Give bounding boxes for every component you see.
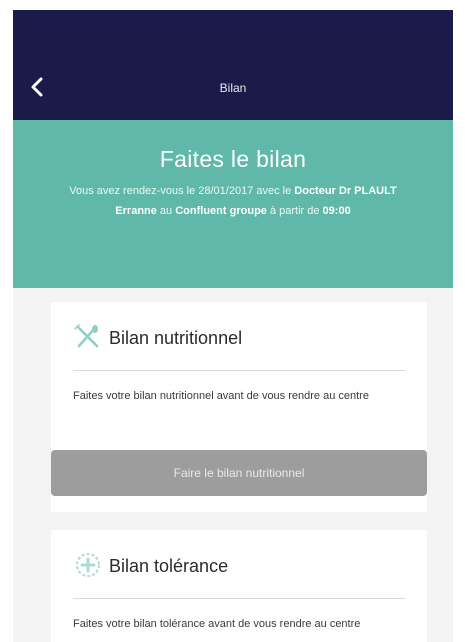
divider — [73, 598, 405, 599]
appointment-info: Vous avez rendez-vous le 28/01/2017 avec… — [68, 181, 398, 221]
appointment-time: 09:00 — [322, 205, 351, 217]
appointment-text-mid: au — [156, 205, 176, 217]
appointment-text-prefix: Vous avez rendez-vous le 28/01/2017 avec… — [69, 185, 292, 197]
card-title: Bilan nutritionnel — [109, 328, 243, 348]
app-screen: Bilan Faites le bilan Vous avez rendez-v… — [13, 10, 453, 642]
nutrition-card: Bilan nutritionnel Faites votre bilan nu… — [51, 302, 427, 512]
card-header: Bilan tolérance — [51, 530, 427, 600]
hero-banner: Faites le bilan Vous avez rendez-vous le… — [13, 120, 453, 288]
group-name: groupe — [229, 205, 267, 217]
hero-title: Faites le bilan — [159, 146, 307, 172]
tolerance-card: Bilan tolérance Faites votre bilan tolér… — [51, 530, 427, 642]
center-name: Confluent — [175, 205, 227, 217]
card-title: Bilan tolérance — [109, 556, 229, 576]
top-navbar: Bilan — [13, 10, 453, 120]
page-title: Bilan — [219, 81, 247, 95]
divider — [73, 370, 405, 371]
card-header: Bilan nutritionnel — [51, 302, 427, 372]
nutrition-bilan-button[interactable]: Faire le bilan nutritionnel — [51, 450, 427, 496]
card-description: Faites votre bilan nutritionnel avant de… — [73, 390, 369, 402]
card-description: Faites votre bilan tolérance avant de vo… — [73, 618, 361, 630]
appointment-text-suffix: à partir de — [266, 205, 323, 217]
fork-knife-icon — [74, 324, 99, 348]
medical-cross-icon — [76, 553, 100, 577]
